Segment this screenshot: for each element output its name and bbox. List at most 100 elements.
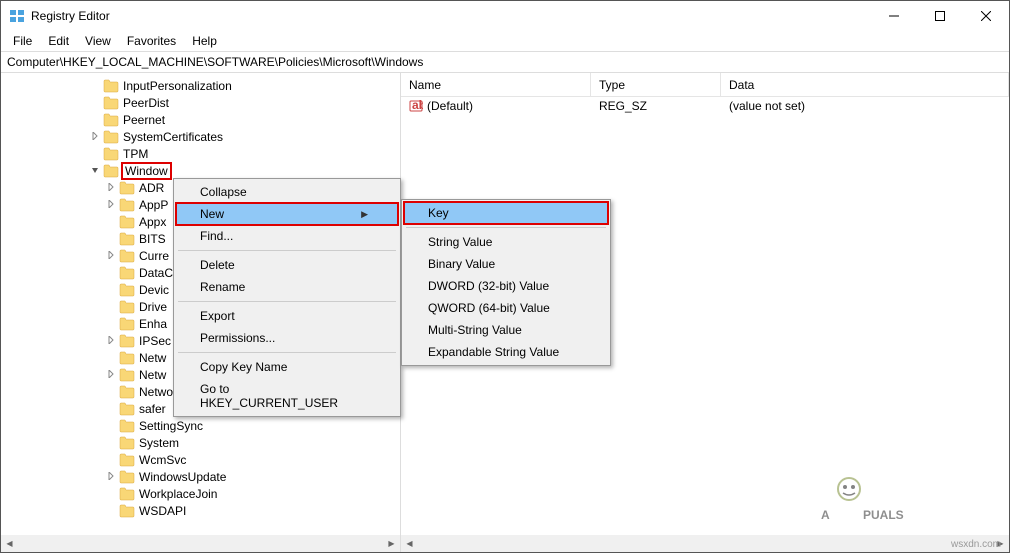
folder-icon bbox=[119, 436, 135, 450]
column-header-type[interactable]: Type bbox=[591, 73, 721, 96]
menu-edit[interactable]: Edit bbox=[40, 32, 77, 50]
scroll-right-button[interactable]: ▶ bbox=[383, 535, 400, 552]
list-header: Name Type Data bbox=[401, 73, 1009, 97]
tree-item-system[interactable]: System bbox=[1, 434, 400, 451]
submenu-key[interactable]: Key bbox=[404, 202, 608, 224]
folder-icon bbox=[119, 249, 135, 263]
submenu-arrow-icon: ▶ bbox=[361, 209, 368, 220]
tree-item-windowsupdate[interactable]: WindowsUpdate bbox=[1, 468, 400, 485]
context-menu-collapse[interactable]: Collapse bbox=[176, 181, 398, 203]
maximize-button[interactable] bbox=[917, 1, 963, 31]
list-scrollbar-horizontal[interactable]: ◀ ▶ bbox=[401, 535, 1009, 552]
expander-icon[interactable] bbox=[105, 200, 117, 210]
value-name: (Default) bbox=[427, 99, 473, 113]
menu-label: Go to HKEY_CURRENT_USER bbox=[200, 382, 368, 410]
submenu-expandablestringvalue[interactable]: Expandable String Value bbox=[404, 341, 608, 363]
folder-icon bbox=[103, 113, 119, 127]
menu-label: Expandable String Value bbox=[428, 345, 559, 359]
submenu-stringvalue[interactable]: String Value bbox=[404, 231, 608, 253]
submenu-qword64bitvalue[interactable]: QWORD (64-bit) Value bbox=[404, 297, 608, 319]
submenu-multistringvalue[interactable]: Multi-String Value bbox=[404, 319, 608, 341]
menu-label: Multi-String Value bbox=[428, 323, 522, 337]
tree-label: WorkplaceJoin bbox=[139, 487, 217, 501]
tree-item-workplacejoin[interactable]: WorkplaceJoin bbox=[1, 485, 400, 502]
expander-icon[interactable] bbox=[105, 183, 117, 193]
folder-icon bbox=[103, 147, 119, 161]
menu-label: Collapse bbox=[200, 185, 247, 199]
menu-label: Rename bbox=[200, 280, 245, 294]
submenu-binaryvalue[interactable]: Binary Value bbox=[404, 253, 608, 275]
folder-icon bbox=[119, 419, 135, 433]
menu-label: String Value bbox=[428, 235, 492, 249]
folder-icon bbox=[119, 402, 135, 416]
menu-label: Export bbox=[200, 309, 235, 323]
scroll-right-button[interactable]: ▶ bbox=[992, 535, 1009, 552]
scroll-track[interactable] bbox=[18, 535, 383, 552]
menu-label: DWORD (32-bit) Value bbox=[428, 279, 549, 293]
address-input[interactable] bbox=[7, 55, 1003, 69]
tree-label: PeerDist bbox=[123, 96, 169, 110]
folder-icon bbox=[119, 232, 135, 246]
menubar: File Edit View Favorites Help bbox=[1, 31, 1009, 51]
context-menu-gotohkeycurrentuser[interactable]: Go to HKEY_CURRENT_USER bbox=[176, 378, 398, 414]
tree-item-peerdist[interactable]: PeerDist bbox=[1, 94, 400, 111]
value-data: (value not set) bbox=[721, 99, 1009, 113]
expander-icon[interactable] bbox=[105, 472, 117, 482]
column-header-data[interactable]: Data bbox=[721, 73, 1009, 96]
column-header-name[interactable]: Name bbox=[401, 73, 591, 96]
context-menu-find[interactable]: Find... bbox=[176, 225, 398, 247]
context-menu-delete[interactable]: Delete bbox=[176, 254, 398, 276]
folder-icon bbox=[119, 351, 135, 365]
tree-label: Peernet bbox=[123, 113, 165, 127]
context-menu-new[interactable]: New▶ bbox=[176, 203, 398, 225]
expander-icon[interactable] bbox=[105, 251, 117, 261]
folder-icon bbox=[119, 453, 135, 467]
tree-item-window[interactable]: Window bbox=[1, 162, 400, 179]
folder-icon bbox=[119, 470, 135, 484]
context-menu-permissions[interactable]: Permissions... bbox=[176, 327, 398, 349]
scroll-track[interactable] bbox=[418, 535, 992, 552]
expander-icon[interactable] bbox=[89, 166, 101, 176]
list-row[interactable]: ab (Default) REG_SZ (value not set) bbox=[401, 97, 1009, 115]
tree-item-systemcertificates[interactable]: SystemCertificates bbox=[1, 128, 400, 145]
scroll-left-button[interactable]: ◀ bbox=[401, 535, 418, 552]
menu-label: Binary Value bbox=[428, 257, 495, 271]
submenu-dword32bitvalue[interactable]: DWORD (32-bit) Value bbox=[404, 275, 608, 297]
tree-item-peernet[interactable]: Peernet bbox=[1, 111, 400, 128]
tree-label: WcmSvc bbox=[139, 453, 186, 467]
tree-scrollbar-horizontal[interactable]: ◀ ▶ bbox=[1, 535, 400, 552]
string-value-icon: ab bbox=[409, 99, 423, 113]
menu-label: Delete bbox=[200, 258, 235, 272]
tree-item-wsdapi[interactable]: WSDAPI bbox=[1, 502, 400, 519]
minimize-button[interactable] bbox=[871, 1, 917, 31]
folder-icon bbox=[119, 385, 135, 399]
scroll-left-button[interactable]: ◀ bbox=[1, 535, 18, 552]
menu-help[interactable]: Help bbox=[184, 32, 225, 50]
address-bar[interactable] bbox=[1, 51, 1009, 73]
expander-icon[interactable] bbox=[105, 336, 117, 346]
menu-file[interactable]: File bbox=[5, 32, 40, 50]
expander-icon[interactable] bbox=[105, 370, 117, 380]
context-menu-copykeyname[interactable]: Copy Key Name bbox=[176, 356, 398, 378]
menu-view[interactable]: View bbox=[77, 32, 119, 50]
menu-favorites[interactable]: Favorites bbox=[119, 32, 184, 50]
menu-label: Copy Key Name bbox=[200, 360, 287, 374]
tree-label: safer bbox=[139, 402, 166, 416]
folder-icon bbox=[103, 164, 119, 178]
context-menu-export[interactable]: Export bbox=[176, 305, 398, 327]
folder-icon bbox=[103, 96, 119, 110]
tree-item-settingsync[interactable]: SettingSync bbox=[1, 417, 400, 434]
tree-item-wcmsvc[interactable]: WcmSvc bbox=[1, 451, 400, 468]
folder-icon bbox=[119, 317, 135, 331]
tree-label: Devic bbox=[139, 283, 169, 297]
folder-icon bbox=[119, 487, 135, 501]
expander-icon[interactable] bbox=[89, 132, 101, 142]
close-button[interactable] bbox=[963, 1, 1009, 31]
tree-item-inputpersonalization[interactable]: InputPersonalization bbox=[1, 77, 400, 94]
context-menu-rename[interactable]: Rename bbox=[176, 276, 398, 298]
tree-label: Drive bbox=[139, 300, 167, 314]
window-controls bbox=[871, 1, 1009, 31]
folder-icon bbox=[119, 266, 135, 280]
submenu-new: Key String Value Binary Value DWORD (32-bit… bbox=[401, 199, 611, 366]
tree-item-tpm[interactable]: TPM bbox=[1, 145, 400, 162]
